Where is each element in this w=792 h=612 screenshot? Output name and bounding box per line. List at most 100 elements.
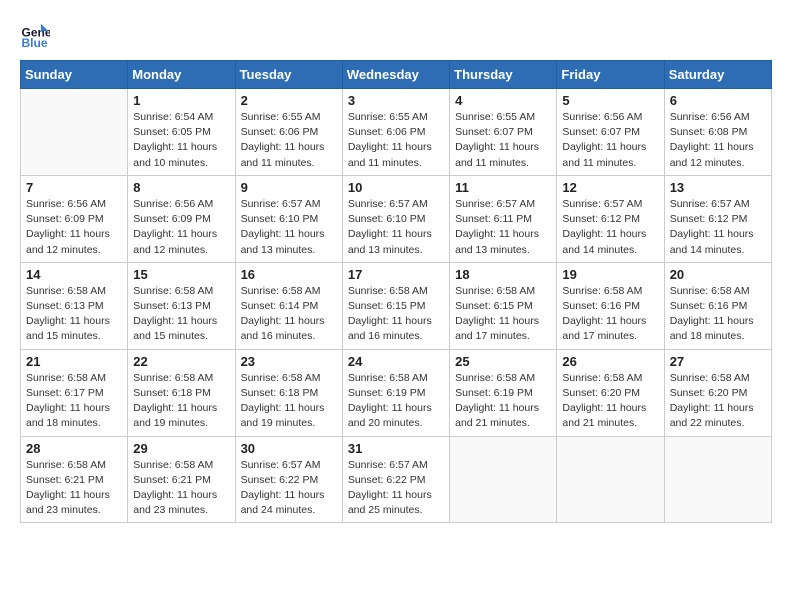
calendar-cell: 8 Sunrise: 6:56 AMSunset: 6:09 PMDaylight… xyxy=(128,175,235,262)
calendar-cell: 31 Sunrise: 6:57 AMSunset: 6:22 PMDayligh… xyxy=(342,436,449,523)
day-number: 6 xyxy=(670,93,766,108)
day-number: 8 xyxy=(133,180,229,195)
calendar-header-saturday: Saturday xyxy=(664,61,771,89)
calendar-cell: 13 Sunrise: 6:57 AMSunset: 6:12 PMDayligh… xyxy=(664,175,771,262)
calendar-cell: 11 Sunrise: 6:57 AMSunset: 6:11 PMDayligh… xyxy=(450,175,557,262)
calendar-cell: 12 Sunrise: 6:57 AMSunset: 6:12 PMDayligh… xyxy=(557,175,664,262)
calendar-cell: 17 Sunrise: 6:58 AMSunset: 6:15 PMDayligh… xyxy=(342,262,449,349)
day-info: Sunrise: 6:58 AMSunset: 6:18 PMDaylight:… xyxy=(133,371,229,432)
calendar-cell: 14Sunrise: 6:58 AMSunset: 6:13 PMDayligh… xyxy=(21,262,128,349)
day-number: 15 xyxy=(133,267,229,282)
day-info: Sunrise: 6:58 AMSunset: 6:16 PMDaylight:… xyxy=(562,284,658,345)
calendar-week-3: 14Sunrise: 6:58 AMSunset: 6:13 PMDayligh… xyxy=(21,262,772,349)
calendar-week-5: 28Sunrise: 6:58 AMSunset: 6:21 PMDayligh… xyxy=(21,436,772,523)
day-info: Sunrise: 6:57 AMSunset: 6:12 PMDaylight:… xyxy=(670,197,766,258)
day-number: 29 xyxy=(133,441,229,456)
calendar-cell: 2 Sunrise: 6:55 AMSunset: 6:06 PMDaylight… xyxy=(235,89,342,176)
day-number: 26 xyxy=(562,354,658,369)
day-info: Sunrise: 6:57 AMSunset: 6:10 PMDaylight:… xyxy=(241,197,337,258)
calendar-header-monday: Monday xyxy=(128,61,235,89)
day-info: Sunrise: 6:58 AMSunset: 6:19 PMDaylight:… xyxy=(348,371,444,432)
header: General Blue xyxy=(20,20,772,50)
day-info: Sunrise: 6:58 AMSunset: 6:15 PMDaylight:… xyxy=(455,284,551,345)
day-info: Sunrise: 6:58 AMSunset: 6:21 PMDaylight:… xyxy=(26,458,122,519)
calendar-cell xyxy=(557,436,664,523)
logo: General Blue xyxy=(20,20,54,50)
calendar-cell: 25 Sunrise: 6:58 AMSunset: 6:19 PMDayligh… xyxy=(450,349,557,436)
calendar-cell: 15Sunrise: 6:58 AMSunset: 6:13 PMDayligh… xyxy=(128,262,235,349)
calendar-header-thursday: Thursday xyxy=(450,61,557,89)
calendar-cell: 7 Sunrise: 6:56 AMSunset: 6:09 PMDaylight… xyxy=(21,175,128,262)
day-info: Sunrise: 6:58 AMSunset: 6:20 PMDaylight:… xyxy=(562,371,658,432)
calendar-cell: 9Sunrise: 6:57 AMSunset: 6:10 PMDaylight… xyxy=(235,175,342,262)
day-number: 27 xyxy=(670,354,766,369)
day-info: Sunrise: 6:58 AMSunset: 6:16 PMDaylight:… xyxy=(670,284,766,345)
logo-icon: General Blue xyxy=(20,20,50,50)
day-number: 18 xyxy=(455,267,551,282)
calendar-cell xyxy=(21,89,128,176)
svg-text:Blue: Blue xyxy=(22,36,48,50)
day-number: 13 xyxy=(670,180,766,195)
calendar-cell: 29Sunrise: 6:58 AMSunset: 6:21 PMDayligh… xyxy=(128,436,235,523)
day-number: 31 xyxy=(348,441,444,456)
day-info: Sunrise: 6:55 AMSunset: 6:06 PMDaylight:… xyxy=(348,110,444,171)
day-info: Sunrise: 6:58 AMSunset: 6:15 PMDaylight:… xyxy=(348,284,444,345)
calendar-cell: 10Sunrise: 6:57 AMSunset: 6:10 PMDayligh… xyxy=(342,175,449,262)
day-number: 19 xyxy=(562,267,658,282)
day-info: Sunrise: 6:56 AMSunset: 6:08 PMDaylight:… xyxy=(670,110,766,171)
calendar-cell: 6 Sunrise: 6:56 AMSunset: 6:08 PMDaylight… xyxy=(664,89,771,176)
day-info: Sunrise: 6:54 AMSunset: 6:05 PMDaylight:… xyxy=(133,110,229,171)
calendar-cell xyxy=(450,436,557,523)
calendar-cell: 18 Sunrise: 6:58 AMSunset: 6:15 PMDayligh… xyxy=(450,262,557,349)
calendar-table: SundayMondayTuesdayWednesdayThursdayFrid… xyxy=(20,60,772,523)
day-info: Sunrise: 6:57 AMSunset: 6:12 PMDaylight:… xyxy=(562,197,658,258)
day-number: 11 xyxy=(455,180,551,195)
calendar-cell: 30Sunrise: 6:57 AMSunset: 6:22 PMDayligh… xyxy=(235,436,342,523)
day-number: 4 xyxy=(455,93,551,108)
day-info: Sunrise: 6:55 AMSunset: 6:07 PMDaylight:… xyxy=(455,110,551,171)
calendar-cell: 16 Sunrise: 6:58 AMSunset: 6:14 PMDayligh… xyxy=(235,262,342,349)
calendar-cell: 22Sunrise: 6:58 AMSunset: 6:18 PMDayligh… xyxy=(128,349,235,436)
calendar-header-row: SundayMondayTuesdayWednesdayThursdayFrid… xyxy=(21,61,772,89)
calendar-cell: 28Sunrise: 6:58 AMSunset: 6:21 PMDayligh… xyxy=(21,436,128,523)
calendar-header-tuesday: Tuesday xyxy=(235,61,342,89)
day-info: Sunrise: 6:58 AMSunset: 6:18 PMDaylight:… xyxy=(241,371,337,432)
day-number: 12 xyxy=(562,180,658,195)
calendar-week-1: 1 Sunrise: 6:54 AMSunset: 6:05 PMDaylight… xyxy=(21,89,772,176)
day-info: Sunrise: 6:58 AMSunset: 6:19 PMDaylight:… xyxy=(455,371,551,432)
calendar-cell: 26 Sunrise: 6:58 AMSunset: 6:20 PMDayligh… xyxy=(557,349,664,436)
day-number: 23 xyxy=(241,354,337,369)
day-info: Sunrise: 6:57 AMSunset: 6:10 PMDaylight:… xyxy=(348,197,444,258)
day-number: 21 xyxy=(26,354,122,369)
day-info: Sunrise: 6:57 AMSunset: 6:22 PMDaylight:… xyxy=(348,458,444,519)
day-info: Sunrise: 6:58 AMSunset: 6:13 PMDaylight:… xyxy=(26,284,122,345)
day-number: 1 xyxy=(133,93,229,108)
calendar-header-wednesday: Wednesday xyxy=(342,61,449,89)
calendar-cell: 20 Sunrise: 6:58 AMSunset: 6:16 PMDayligh… xyxy=(664,262,771,349)
day-number: 5 xyxy=(562,93,658,108)
day-info: Sunrise: 6:58 AMSunset: 6:20 PMDaylight:… xyxy=(670,371,766,432)
day-number: 7 xyxy=(26,180,122,195)
day-info: Sunrise: 6:55 AMSunset: 6:06 PMDaylight:… xyxy=(241,110,337,171)
day-number: 20 xyxy=(670,267,766,282)
calendar-header-sunday: Sunday xyxy=(21,61,128,89)
calendar-week-2: 7 Sunrise: 6:56 AMSunset: 6:09 PMDaylight… xyxy=(21,175,772,262)
calendar-cell: 5Sunrise: 6:56 AMSunset: 6:07 PMDaylight… xyxy=(557,89,664,176)
day-info: Sunrise: 6:58 AMSunset: 6:14 PMDaylight:… xyxy=(241,284,337,345)
day-number: 30 xyxy=(241,441,337,456)
day-number: 3 xyxy=(348,93,444,108)
day-info: Sunrise: 6:56 AMSunset: 6:09 PMDaylight:… xyxy=(133,197,229,258)
day-number: 16 xyxy=(241,267,337,282)
day-info: Sunrise: 6:57 AMSunset: 6:11 PMDaylight:… xyxy=(455,197,551,258)
calendar-cell: 4 Sunrise: 6:55 AMSunset: 6:07 PMDaylight… xyxy=(450,89,557,176)
calendar-cell: 23 Sunrise: 6:58 AMSunset: 6:18 PMDayligh… xyxy=(235,349,342,436)
day-number: 2 xyxy=(241,93,337,108)
calendar-cell: 21Sunrise: 6:58 AMSunset: 6:17 PMDayligh… xyxy=(21,349,128,436)
day-info: Sunrise: 6:56 AMSunset: 6:09 PMDaylight:… xyxy=(26,197,122,258)
calendar-cell: 19 Sunrise: 6:58 AMSunset: 6:16 PMDayligh… xyxy=(557,262,664,349)
calendar-cell: 27 Sunrise: 6:58 AMSunset: 6:20 PMDayligh… xyxy=(664,349,771,436)
day-number: 25 xyxy=(455,354,551,369)
calendar-cell: 1 Sunrise: 6:54 AMSunset: 6:05 PMDaylight… xyxy=(128,89,235,176)
day-number: 17 xyxy=(348,267,444,282)
calendar-cell: 24Sunrise: 6:58 AMSunset: 6:19 PMDayligh… xyxy=(342,349,449,436)
